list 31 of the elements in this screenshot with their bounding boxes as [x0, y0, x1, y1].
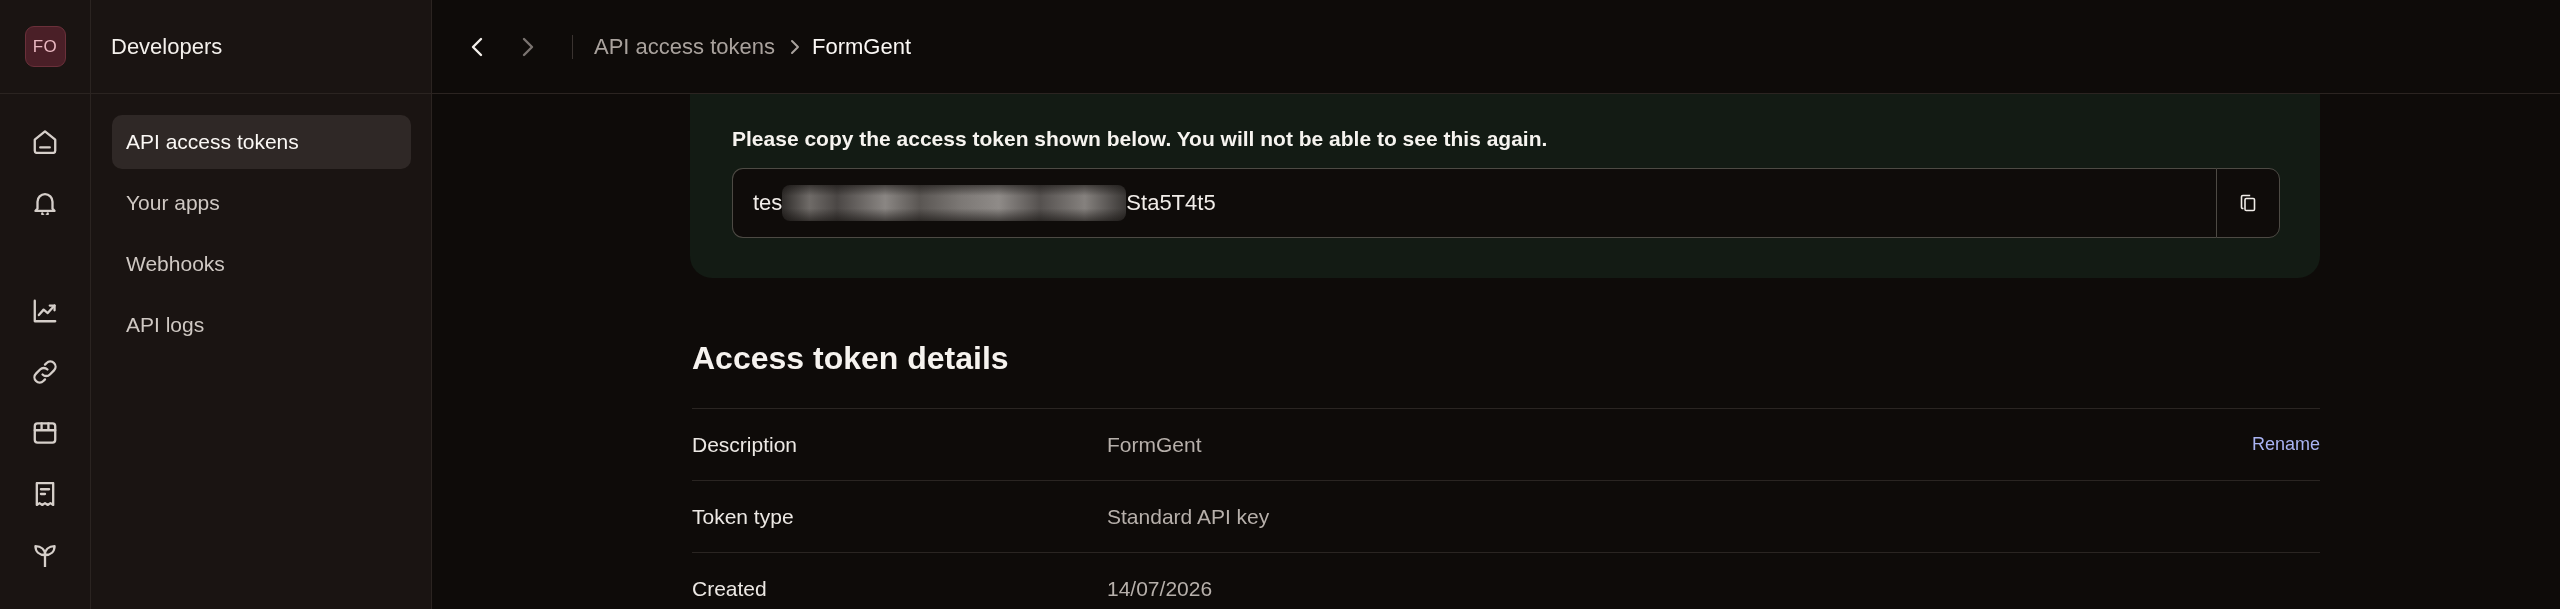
- action-link[interactable]: Rename: [2251, 434, 2320, 455]
- token-end-text: Sta5T4t5: [1126, 190, 1216, 216]
- token-field[interactable]: tes Sta5T4t5: [732, 168, 2216, 238]
- detail-value: FormGent: [1107, 432, 1203, 457]
- chevron-left-icon[interactable]: [471, 36, 483, 57]
- sidebar-item[interactable]: Webhooks: [112, 237, 411, 291]
- section-heading: Access token details: [692, 339, 1010, 378]
- detail-label: Created: [692, 576, 768, 601]
- sprout-icon[interactable]: [33, 543, 57, 567]
- bell-icon[interactable]: [33, 191, 57, 215]
- workspace-avatar[interactable]: FO: [24, 26, 66, 67]
- copy-icon: [2240, 194, 2256, 212]
- home-icon[interactable]: [33, 130, 57, 154]
- breadcrumb-current: FormGent: [812, 33, 911, 60]
- sidebar-item[interactable]: API access tokens: [112, 115, 411, 169]
- receipt-icon[interactable]: [33, 482, 57, 506]
- notice-message: Please copy the access token shown below. You will not be able to see this again.: [732, 126, 1549, 152]
- detail-label: Token type: [692, 504, 795, 529]
- sidebar-title: Developers: [111, 33, 223, 60]
- detail-label: Description: [692, 432, 799, 457]
- link-icon[interactable]: [33, 360, 57, 384]
- storefront-icon[interactable]: [33, 421, 57, 445]
- copy-button[interactable]: [2216, 168, 2280, 238]
- chart-line-icon[interactable]: [33, 299, 57, 323]
- breadcrumb-link[interactable]: API access tokens: [594, 33, 775, 60]
- token-start-text: tes: [753, 190, 783, 216]
- sidebar-item[interactable]: API logs: [112, 298, 411, 352]
- detail-value: 14/07/2026: [1107, 576, 1214, 601]
- sidebar-item[interactable]: Your apps: [112, 176, 411, 230]
- detail-value: Standard API key: [1107, 504, 1271, 529]
- chevron-right-icon: [790, 38, 800, 55]
